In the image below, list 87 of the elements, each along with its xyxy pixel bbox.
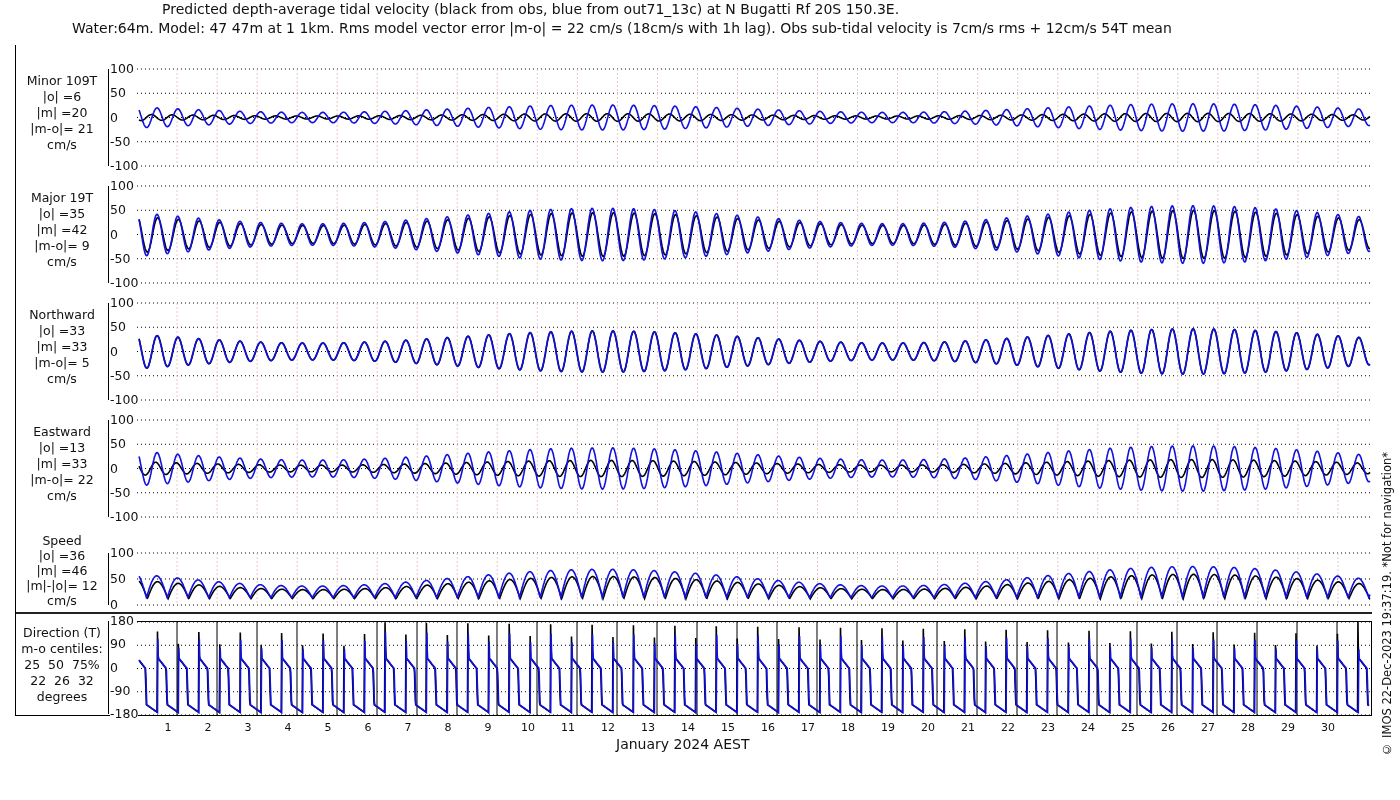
panel-stat-label: |m| =46	[36, 563, 88, 578]
panel-stat-label: 25 50 75%	[24, 657, 100, 673]
x-tick-label: 13	[641, 721, 655, 734]
x-tick-label: 5	[324, 721, 332, 734]
panel-stat-label: Direction (T)	[23, 625, 101, 641]
panel-stat-label: |m| =33	[36, 456, 88, 472]
panel-stat-label: Speed	[42, 533, 82, 548]
y-tick-label: -100	[110, 276, 139, 290]
panel-stat-label: degrees	[36, 689, 88, 705]
y-tick-label: 0	[110, 660, 118, 675]
y-tick-label: -50	[110, 251, 131, 266]
panel-stat-label: Minor 109T	[26, 73, 98, 89]
y-tick-label: 0	[110, 598, 118, 612]
panel-stat-label: |m|-|o|= 12	[26, 578, 98, 593]
panel-stat-label: |o| =35	[38, 206, 86, 222]
panel-stat-label: m-o centiles:	[21, 641, 103, 657]
y-tick-label: -90	[110, 683, 131, 698]
panel-stat-label: Major 19T	[30, 190, 94, 206]
x-tick-label: 30	[1321, 721, 1335, 734]
x-tick-label: 1	[164, 721, 172, 734]
panel-stat-label: cm/s	[47, 371, 77, 387]
x-tick-label: 14	[681, 721, 695, 734]
x-tick-label: 18	[841, 721, 855, 734]
x-tick-label: 29	[1281, 721, 1295, 734]
x-tick-label: 7	[404, 721, 412, 734]
panel-stat-label: |m-o|= 22	[30, 472, 94, 488]
panel-stat-label: |o| =36	[38, 548, 86, 563]
x-tick-label: 4	[284, 721, 292, 734]
y-tick-label: 0	[110, 344, 118, 359]
x-tick-label: 24	[1081, 721, 1095, 734]
chart-title: Water:64m. Model: 47 47m at 1 1km. Rms model vector error |m-o| = 22 cm/s (18cm/s with 1h lag). Obs sub-tidal velocity is 7cm/s rms + 12cm/s 54T mean	[71, 19, 1173, 38]
x-tick-label: 26	[1161, 721, 1175, 734]
x-tick-label: 28	[1241, 721, 1255, 734]
y-tick-label: 0	[110, 461, 118, 476]
panel-stat-label: 22 26 32	[30, 673, 94, 689]
y-tick-label: -50	[110, 134, 131, 149]
x-tick-label: 16	[761, 721, 775, 734]
x-tick-label: 2	[204, 721, 212, 734]
panel-stat-label: |m| =20	[36, 105, 88, 121]
x-tick-label: 8	[444, 721, 452, 734]
y-tick-label: -100	[110, 510, 139, 524]
y-tick-label: 100	[110, 179, 134, 193]
y-tick-label: -50	[110, 485, 131, 500]
panel-stat-label: |o| =13	[38, 440, 86, 456]
chart-title: Predicted depth-average tidal velocity (black from obs, blue from out71_13c) at N Bugatti Rf 20S 150.3E.	[161, 0, 901, 19]
copyright-note: © IMOS 22-Dec-2023 19:37:19. *Not for navigation*	[1380, 452, 1394, 756]
x-tick-label: 3	[244, 721, 252, 734]
panel-stat-label: cm/s	[47, 593, 77, 608]
x-tick-label: 9	[484, 721, 492, 734]
x-tick-label: 11	[561, 721, 575, 734]
panel-stat-label: cm/s	[47, 137, 77, 153]
x-tick-label: 10	[521, 721, 535, 734]
x-tick-label: 17	[801, 721, 815, 734]
y-tick-label: 100	[110, 296, 134, 310]
y-tick-label: -180	[110, 707, 139, 721]
x-tick-label: 23	[1041, 721, 1055, 734]
panel-stat-label: cm/s	[47, 254, 77, 270]
panel-stat-label: |o| =6	[42, 89, 82, 105]
panel-stat-label: Eastward	[33, 424, 91, 440]
panel-stat-label: cm/s	[47, 488, 77, 504]
x-tick-label: 27	[1201, 721, 1215, 734]
panel-stat-label: |o| =33	[38, 323, 86, 339]
x-tick-label: 15	[721, 721, 735, 734]
y-tick-label: 100	[110, 62, 134, 76]
y-tick-label: 50	[110, 572, 126, 586]
x-tick-label: 22	[1001, 721, 1015, 734]
x-tick-label: 20	[921, 721, 935, 734]
x-tick-label: 25	[1121, 721, 1135, 734]
panel-stat-label: |m-o|= 21	[30, 121, 94, 137]
panel-stat-label: |m| =42	[36, 222, 88, 238]
y-tick-label: 0	[110, 227, 118, 242]
panel-stat-label: |m-o|= 5	[34, 355, 90, 371]
panel-stat-label: |m| =33	[36, 339, 88, 355]
y-tick-label: 100	[110, 413, 134, 427]
y-tick-label: -100	[110, 393, 139, 407]
x-axis-label: January 2024 AEST	[614, 736, 751, 752]
y-tick-label: 0	[110, 110, 118, 125]
x-tick-label: 19	[881, 721, 895, 734]
y-tick-label: 100	[110, 546, 134, 560]
x-tick-label: 21	[961, 721, 975, 734]
panel-stat-label: Northward	[29, 307, 95, 323]
panel-stat-label: |m-o|= 9	[34, 238, 90, 254]
y-tick-label: -100	[110, 159, 139, 173]
x-tick-label: 12	[601, 721, 615, 734]
y-tick-label: -50	[110, 368, 131, 383]
y-tick-label: 180	[110, 614, 134, 628]
x-tick-label: 6	[364, 721, 372, 734]
